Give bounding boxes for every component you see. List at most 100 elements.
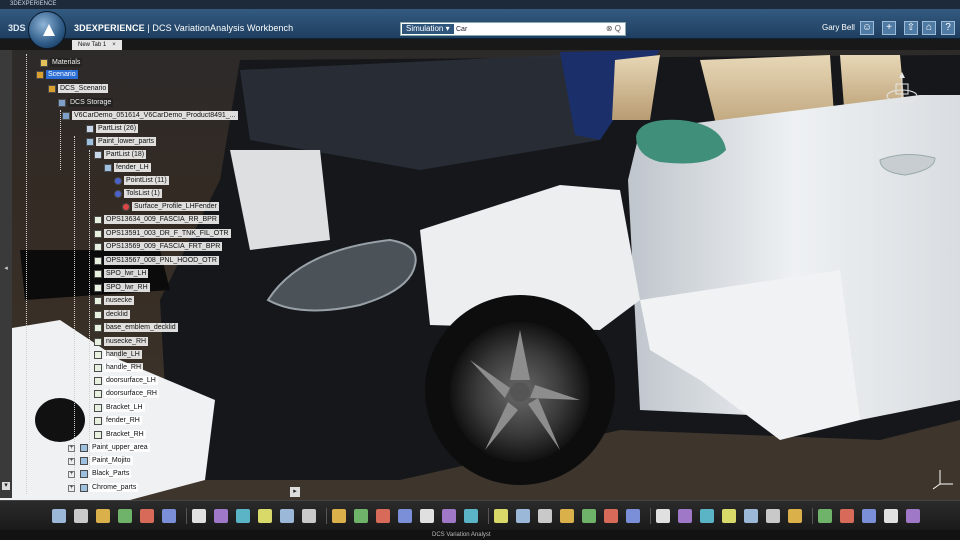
compass-icon[interactable]: [28, 11, 66, 49]
move-icon-2[interactable]: [538, 509, 552, 523]
spline-icon[interactable]: [656, 509, 670, 523]
tree-node[interactable]: handle_LH: [94, 350, 142, 361]
history-icon[interactable]: [862, 509, 876, 523]
tree-node[interactable]: PartList (26): [86, 124, 139, 135]
analysis-icon[interactable]: [398, 509, 412, 523]
tree-node[interactable]: nusecke_RH: [94, 337, 149, 348]
scroll-right-icon[interactable]: ▸: [290, 487, 300, 497]
expand-icon[interactable]: +: [68, 458, 75, 465]
tree-node-label: Paint_Mojito: [90, 456, 133, 466]
report-icon[interactable]: [582, 509, 596, 523]
expand-icon[interactable]: +: [68, 485, 75, 492]
close-icon[interactable]: ×: [112, 42, 116, 48]
sphere-icon[interactable]: [354, 509, 368, 523]
tree-node[interactable]: Black_Parts: [80, 469, 132, 480]
chart-icon[interactable]: [604, 509, 618, 523]
contact-icon[interactable]: [560, 509, 574, 523]
warning-icon[interactable]: [766, 509, 780, 523]
tree-node[interactable]: OPS13634_009_FASCIA_RR_BPR: [94, 215, 219, 226]
tree-node[interactable]: Bracket_LH: [94, 403, 145, 414]
tree-node[interactable]: doorsurface_RH: [94, 389, 159, 400]
move-icon[interactable]: [442, 509, 456, 523]
datum-icon[interactable]: [214, 509, 228, 523]
3d-viewport[interactable]: ◂ ▾ ▸ Materials Scenario DCS_Scenario DCS S…: [0, 50, 960, 500]
user-name[interactable]: Gary Bell: [822, 23, 855, 32]
settings-icon[interactable]: [906, 509, 920, 523]
cut-icon[interactable]: [52, 509, 66, 523]
tree-node[interactable]: PartList (18): [94, 150, 147, 161]
tree-node-label: PointList (11): [124, 176, 169, 186]
folder-icon[interactable]: [788, 509, 802, 523]
texture-icon[interactable]: [280, 509, 294, 523]
search-icons[interactable]: ⊗ Q̣: [606, 23, 621, 35]
paste-icon[interactable]: [96, 509, 110, 523]
tree-node[interactable]: decklid: [94, 310, 130, 321]
measure-icon[interactable]: [192, 509, 206, 523]
tree-node[interactable]: Scenario: [36, 70, 78, 81]
render-icon[interactable]: [302, 509, 316, 523]
tree-node-label: OPS13569_009_FASCIA_FRT_BPR: [104, 242, 223, 252]
tree-node[interactable]: TolsList (1): [114, 189, 162, 200]
tree-node[interactable]: Materials: [40, 58, 83, 69]
tree-node[interactable]: Bracket_RH: [94, 430, 146, 441]
search-box[interactable]: Simulation ▾ Car ⊗ Q̣: [400, 22, 626, 36]
tolerance-icon[interactable]: [464, 509, 478, 523]
select-icon[interactable]: [162, 509, 176, 523]
expand-icon[interactable]: +: [68, 471, 75, 478]
check-icon[interactable]: [744, 509, 758, 523]
bar-icon[interactable]: [626, 509, 640, 523]
update-icon[interactable]: [140, 509, 154, 523]
share-icon[interactable]: ⇧: [904, 21, 918, 35]
gen-icon[interactable]: [258, 509, 272, 523]
tree-node[interactable]: V6CarDemo_051614_V6CarDemo_Product8491_.…: [62, 111, 238, 122]
feature-icon[interactable]: [236, 509, 250, 523]
tree-node[interactable]: base_emblem_decklid: [94, 323, 178, 334]
binocular-icon[interactable]: [700, 509, 714, 523]
user-icon[interactable]: ☺: [860, 21, 874, 35]
status-text: DCS Variation Analyst: [432, 532, 491, 538]
tree-node[interactable]: doorsurface_LH: [94, 376, 158, 387]
export-icon[interactable]: [818, 509, 832, 523]
tree-node[interactable]: handle_RH: [94, 363, 144, 374]
tree-node[interactable]: Paint_lower_parts: [86, 137, 157, 148]
tree-node[interactable]: Paint_Mojito: [80, 456, 133, 467]
3d-compass-icon[interactable]: [882, 70, 922, 110]
toolbar-separator: [186, 508, 187, 524]
section-icon[interactable]: [376, 509, 390, 523]
tools-icon[interactable]: [722, 509, 736, 523]
tree-node-label: doorsurface_LH: [104, 376, 158, 386]
home-icon[interactable]: ⌂: [922, 21, 936, 35]
tree-node[interactable]: Paint_upper_area: [80, 443, 150, 454]
tree-node[interactable]: Chrome_parts: [80, 483, 139, 494]
tab-new-tab-1[interactable]: New Tab 1 ×: [72, 40, 122, 50]
undo-icon[interactable]: [118, 509, 132, 523]
tree-node[interactable]: PointList (11): [114, 176, 169, 187]
tree-node[interactable]: fender_LH: [104, 163, 151, 174]
feature-icon: [94, 242, 102, 251]
search-scope-dropdown[interactable]: Simulation ▾: [402, 24, 454, 34]
assembly-icon[interactable]: [516, 509, 530, 523]
tree-node[interactable]: fender_RH: [94, 416, 142, 427]
tree-node[interactable]: SPO_lwr_RH: [94, 283, 150, 294]
document-icon[interactable]: [678, 509, 692, 523]
tree-node[interactable]: Surface_Profile_LHFender: [122, 202, 219, 213]
tree-node[interactable]: OPS13591_003_DR_F_TNK_FIL_OTR: [94, 229, 231, 240]
info-icon[interactable]: [884, 509, 898, 523]
copy-icon[interactable]: [74, 509, 88, 523]
tree-node[interactable]: OPS13567_008_PNL_HOOD_OTR: [94, 256, 219, 267]
tree-node[interactable]: SPO_lwr_LH: [94, 269, 149, 280]
search-input[interactable]: Car: [456, 24, 467, 35]
tolerance-list-icon[interactable]: [494, 509, 508, 523]
tree-node[interactable]: DCS_Scenario: [48, 84, 109, 95]
expand-icon[interactable]: +: [68, 445, 75, 452]
tree-node[interactable]: nusecke: [94, 296, 135, 307]
help-icon[interactable]: ?: [941, 21, 955, 35]
tree-node-label: Bracket_RH: [104, 430, 146, 440]
import-icon[interactable]: [840, 509, 854, 523]
ds-logo: 3DS: [8, 23, 26, 33]
tree-node[interactable]: OPS13569_009_FASCIA_FRT_BPR: [94, 242, 223, 253]
point-icon[interactable]: [420, 509, 434, 523]
plus-icon[interactable]: +: [882, 21, 896, 35]
cube-icon[interactable]: [332, 509, 346, 523]
tree-node[interactable]: DCS Storage: [58, 98, 114, 109]
